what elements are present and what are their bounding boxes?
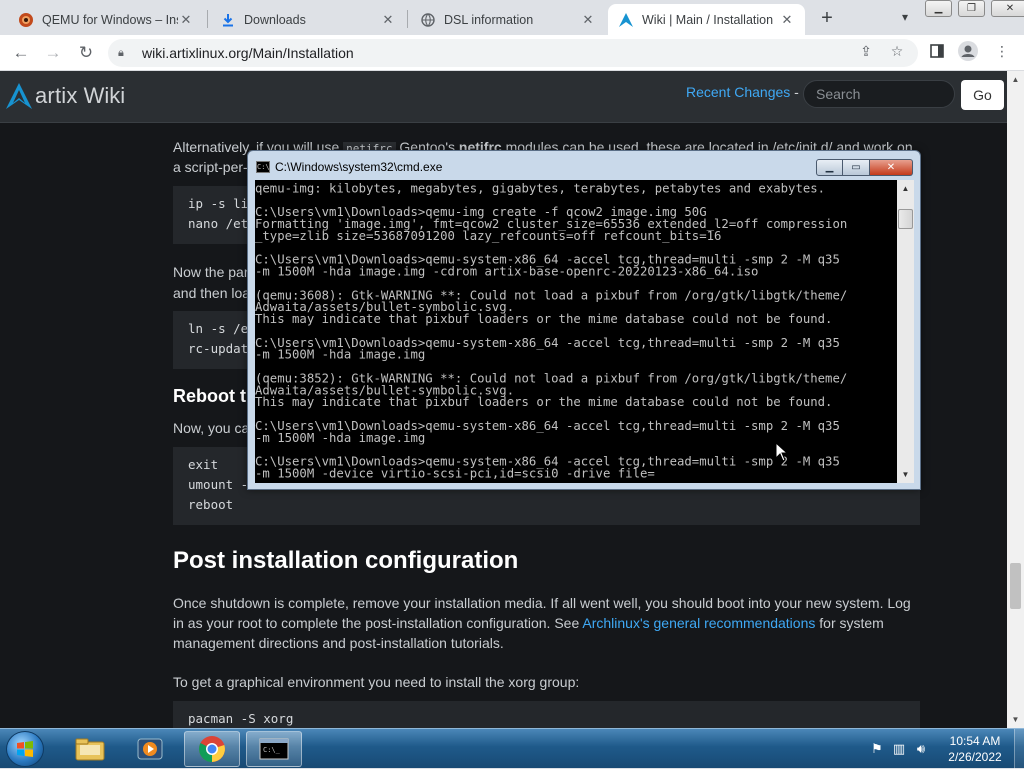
cmd-icon: C:\ bbox=[256, 161, 270, 173]
tab-close-icon[interactable]: ✕ bbox=[580, 12, 596, 28]
recent-separator: - bbox=[790, 84, 799, 100]
clock-time: 10:54 AM bbox=[949, 734, 1001, 748]
network-icon[interactable]: ▥ bbox=[888, 741, 910, 757]
close-button[interactable]: ✕ bbox=[991, 0, 1024, 17]
svg-text:C:\_: C:\_ bbox=[263, 746, 281, 754]
system-tray: ⚑ ▥ 🔊︎ bbox=[866, 729, 932, 769]
archlinux-recommendations-link[interactable]: Archlinux's general recommendations bbox=[582, 615, 815, 631]
tab-dsl-information[interactable]: DSL information ✕ bbox=[410, 4, 606, 35]
cmd-scroll-down-icon[interactable]: ▼ bbox=[897, 466, 914, 483]
tab-separator bbox=[407, 10, 408, 28]
url-text[interactable]: wiki.artixlinux.org/Main/Installation bbox=[142, 45, 354, 61]
cmd-scrollbar-thumb[interactable] bbox=[898, 209, 913, 229]
lock-icon[interactable]: 🔒︎ bbox=[118, 47, 132, 60]
clock-date: 2/26/2022 bbox=[948, 750, 1002, 764]
show-desktop-button[interactable] bbox=[1014, 729, 1024, 769]
taskbar-cmd-icon[interactable]: C:\_ bbox=[246, 731, 302, 767]
tab-close-icon[interactable]: ✕ bbox=[380, 12, 396, 28]
paragraph-post-installation: Once shutdown is complete, remove your i… bbox=[173, 593, 918, 653]
tab-wiki-installation[interactable]: Wiki | Main / Installation ✕ bbox=[608, 4, 805, 35]
scroll-up-arrow-icon[interactable]: ▲ bbox=[1007, 71, 1024, 88]
tab-title: QEMU for Windows – Ins bbox=[42, 12, 178, 27]
maximize-button[interactable]: ❐ bbox=[958, 0, 985, 17]
cmd-scrollbar[interactable]: ▲ ▼ bbox=[897, 180, 914, 483]
recent-changes-link-wrap: Recent Changes - bbox=[686, 84, 799, 100]
cmd-window[interactable]: C:\ C:\Windows\system32\cmd.exe ▁ ▭ ✕ qe… bbox=[247, 150, 921, 490]
tab-downloads[interactable]: Downloads ✕ bbox=[210, 4, 406, 35]
download-icon bbox=[220, 12, 236, 28]
heading-post-installation: Post installation configuration bbox=[173, 547, 519, 574]
tab-close-icon[interactable]: ✕ bbox=[779, 12, 795, 28]
cmd-titlebar[interactable]: C:\ C:\Windows\system32\cmd.exe bbox=[256, 160, 442, 174]
back-arrow-icon[interactable]: ← bbox=[9, 41, 33, 65]
tab-separator bbox=[207, 10, 208, 28]
kebab-menu-icon[interactable]: ⋮ bbox=[992, 41, 1012, 61]
qemu-favicon-icon bbox=[18, 12, 34, 28]
globe-icon bbox=[420, 12, 436, 28]
cmd-maximize-button[interactable]: ▭ bbox=[843, 159, 870, 176]
browser-toolbar: ← → ↻ 🔒︎ wiki.artixlinux.org/Main/Instal… bbox=[0, 35, 1024, 71]
artix-logo-icon bbox=[6, 83, 32, 109]
action-center-flag-icon[interactable]: ⚑ bbox=[866, 741, 888, 757]
taskbar-explorer-folder-icon[interactable] bbox=[62, 731, 118, 767]
cmd-window-controls: ▁ ▭ ✕ bbox=[816, 159, 913, 176]
bookmark-star-icon[interactable]: ☆ bbox=[887, 41, 907, 61]
profile-avatar-icon[interactable] bbox=[958, 41, 978, 61]
paragraph-xorg: To get a graphical environment you need … bbox=[173, 674, 580, 690]
scroll-down-arrow-icon[interactable]: ▼ bbox=[1007, 711, 1024, 728]
side-panel-icon[interactable] bbox=[927, 41, 947, 61]
cmd-minimize-button[interactable]: ▁ bbox=[816, 159, 843, 176]
minimize-button[interactable]: ▁ bbox=[925, 0, 952, 17]
tab-qemu[interactable]: QEMU for Windows – Ins ✕ bbox=[8, 4, 204, 35]
new-tab-plus-icon[interactable]: + bbox=[815, 6, 839, 30]
scrollbar-thumb[interactable] bbox=[1010, 563, 1021, 609]
artix-favicon-icon bbox=[618, 12, 634, 28]
cmd-title-text: C:\Windows\system32\cmd.exe bbox=[275, 160, 443, 174]
share-icon[interactable]: ⇪ bbox=[856, 41, 876, 61]
code-block: pacman -S xorg bbox=[173, 701, 920, 728]
wiki-header: artix Wiki Recent Changes - Search Go bbox=[0, 71, 1007, 123]
volume-icon[interactable]: 🔊︎ bbox=[910, 741, 932, 757]
code-line: pacman -S xorg bbox=[188, 711, 294, 726]
taskbar-media-player-icon[interactable] bbox=[122, 731, 178, 767]
forward-arrow-icon[interactable]: → bbox=[41, 41, 65, 65]
go-button[interactable]: Go bbox=[961, 80, 1004, 110]
cmd-scroll-up-icon[interactable]: ▲ bbox=[897, 180, 914, 197]
taskbar: C:\_ ⚑ ▥ 🔊︎ 10:54 AM 2/26/2022 bbox=[0, 728, 1024, 769]
console-output[interactable]: qemu-img: kilobytes, megabytes, gigabyte… bbox=[255, 180, 897, 483]
artix-logo[interactable]: artix Wiki bbox=[4, 81, 125, 111]
tab-strip: QEMU for Windows – Ins ✕ Downloads ✕ DSL… bbox=[0, 0, 1024, 35]
recent-changes-link[interactable]: Recent Changes bbox=[686, 84, 790, 100]
reload-icon[interactable]: ↻ bbox=[74, 41, 98, 65]
taskbar-chrome-icon[interactable] bbox=[184, 731, 240, 767]
tab-search-chevron-icon[interactable]: ▾ bbox=[895, 7, 915, 27]
code-line: reboot bbox=[188, 497, 234, 512]
heading-reboot: Reboot t bbox=[173, 386, 246, 406]
mouse-pointer-icon bbox=[775, 442, 789, 462]
taskbar-clock[interactable]: 10:54 AM 2/26/2022 bbox=[940, 733, 1010, 765]
logo-wiki-text: Wiki bbox=[83, 83, 126, 108]
cmd-close-button[interactable]: ✕ bbox=[870, 159, 913, 176]
logo-brand-text: artix bbox=[35, 83, 78, 108]
page-scrollbar[interactable]: ▲ ▼ bbox=[1007, 71, 1024, 728]
tab-title: DSL information bbox=[444, 12, 534, 27]
tab-title: Downloads bbox=[244, 12, 306, 27]
tab-close-icon[interactable]: ✕ bbox=[178, 12, 194, 28]
address-bar[interactable]: 🔒︎ wiki.artixlinux.org/Main/Installation bbox=[108, 39, 918, 67]
window-controls: ▁ ❐ ✕ bbox=[925, 0, 1024, 17]
console-text: qemu-img: kilobytes, megabytes, gigabyte… bbox=[255, 181, 848, 481]
start-button-windows-icon[interactable] bbox=[6, 731, 44, 767]
wiki-search-input[interactable]: Search bbox=[803, 80, 955, 108]
tab-title: Wiki | Main / Installation bbox=[642, 12, 774, 27]
